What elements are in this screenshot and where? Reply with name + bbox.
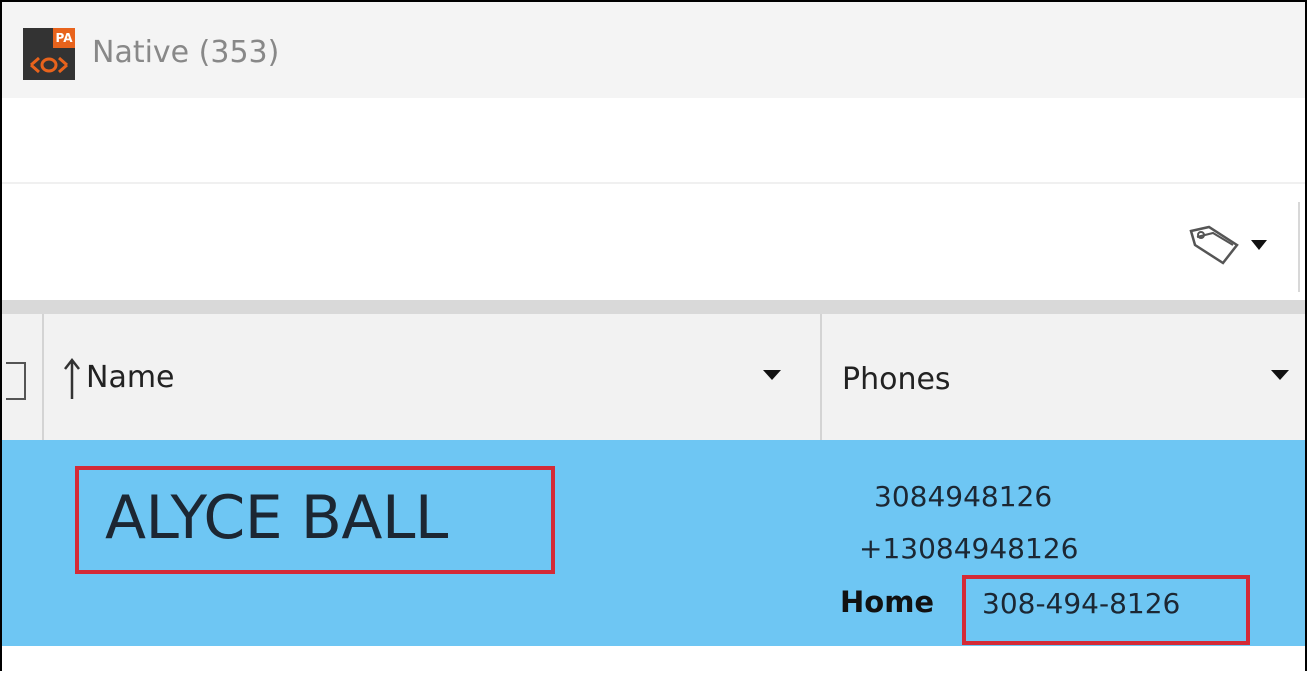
phone-highlight-box (962, 575, 1250, 645)
chevron-down-icon (1251, 240, 1267, 250)
sort-ascending-icon (64, 357, 80, 399)
phone-type-label: Home (840, 585, 935, 619)
app-logo: PA (23, 28, 75, 80)
column-header-name[interactable]: Name (86, 360, 175, 395)
window-title: Native (353) (92, 35, 280, 70)
ribbon-area (2, 98, 1305, 184)
contact-name: ALYCE BALL (105, 483, 448, 553)
name-filter-dropdown-icon[interactable] (763, 370, 781, 380)
title-bar: PA Native (353) (2, 2, 1305, 98)
column-header-phones[interactable]: Phones (842, 362, 951, 397)
tag-icon (1189, 225, 1239, 265)
eye-icon (30, 56, 68, 74)
app-window: PA Native (353) Name Phones ALYCE BALL 3… (0, 0, 1307, 671)
phone-number: +13084948126 (859, 532, 1079, 565)
table-header (2, 314, 1305, 440)
table-row[interactable] (2, 646, 1305, 671)
splitter-bar[interactable] (2, 300, 1305, 314)
phones-filter-dropdown-icon[interactable] (1271, 370, 1289, 380)
toolbar (2, 184, 1305, 300)
logo-badge: PA (53, 28, 75, 48)
column-icon[interactable] (6, 362, 26, 400)
tag-dropdown-button[interactable] (1185, 222, 1283, 268)
phone-number: 3084948126 (874, 480, 1053, 513)
toolbar-separator (1298, 202, 1300, 292)
